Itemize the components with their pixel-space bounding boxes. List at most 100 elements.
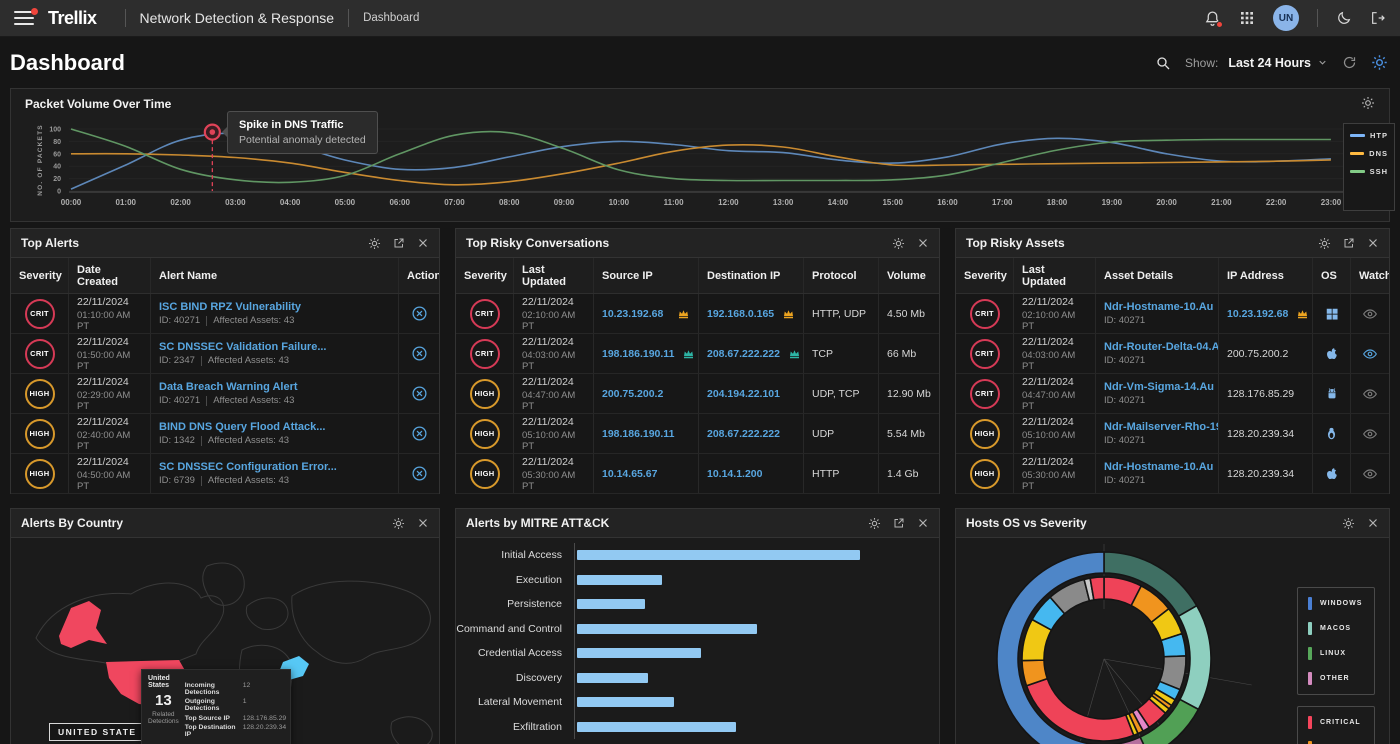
dismiss-alert-icon[interactable]: [411, 345, 428, 362]
column-header: Action: [399, 258, 439, 293]
legend-item[interactable]: LINUX: [1308, 647, 1364, 660]
table-row[interactable]: CRIT 22/11/202401:10:00 AM PT ISC BIND R…: [11, 294, 439, 334]
table-row[interactable]: HIGH 22/11/202405:10:00 AM PT Ndr-Mailse…: [956, 414, 1389, 454]
time-range-dropdown[interactable]: Show: Last 24 Hours: [1185, 56, 1328, 70]
gear-icon[interactable]: [1342, 517, 1355, 530]
legend-item[interactable]: CRITICAL: [1308, 716, 1364, 729]
ip-address[interactable]: 10.14.1.200: [707, 468, 762, 480]
severity-badge: HIGH: [970, 459, 1000, 489]
dismiss-alert-icon[interactable]: [411, 425, 428, 442]
alert-name-link[interactable]: ISC BIND RPZ Vulnerability: [159, 301, 301, 313]
alert-name-link[interactable]: Data Breach Warning Alert: [159, 381, 298, 393]
close-icon[interactable]: [417, 517, 429, 529]
legend-item[interactable]: MACOS: [1308, 622, 1364, 635]
mitre-bar[interactable]: [577, 697, 674, 707]
table-row[interactable]: CRIT 22/11/202401:50:00 AM PT SC DNSSEC …: [11, 334, 439, 374]
ip-address[interactable]: 10.23.192.68: [602, 308, 663, 320]
table-row[interactable]: CRIT 22/11/202404:03:00 AM PT 198.186.19…: [456, 334, 939, 374]
mitre-bar-row: Execution: [456, 568, 939, 593]
tooltip-count-label: Related Detections: [148, 711, 179, 725]
asset-name-link[interactable]: Ndr-Router-Delta-04.A...: [1104, 341, 1219, 353]
mitre-bar[interactable]: [577, 673, 648, 683]
watch-eye-icon[interactable]: [1362, 306, 1378, 322]
legend-item[interactable]: WINDOWS: [1308, 597, 1364, 610]
watch-eye-icon[interactable]: [1362, 426, 1378, 442]
legend-item[interactable]: SSH: [1350, 167, 1388, 176]
breadcrumb[interactable]: Dashboard: [363, 12, 419, 24]
ip-address[interactable]: 208.67.222.222: [707, 348, 780, 360]
ip-address[interactable]: 192.168.0.165: [707, 308, 774, 320]
close-icon[interactable]: [917, 517, 929, 529]
svg-text:03:00: 03:00: [225, 198, 246, 207]
ip-address[interactable]: 204.194.22.101: [707, 388, 780, 400]
watch-eye-icon[interactable]: [1362, 346, 1378, 362]
mitre-bar[interactable]: [577, 599, 645, 609]
table-row[interactable]: HIGH 22/11/202405:30:00 AM PT Ndr-Hostna…: [956, 454, 1389, 494]
asset-name-link[interactable]: Ndr-Mailserver-Rho-19...: [1104, 421, 1219, 433]
mitre-bar[interactable]: [577, 575, 662, 585]
map-region-alaska[interactable]: [59, 601, 107, 648]
table-row[interactable]: HIGH 22/11/202405:30:00 AM PT 10.14.65.6…: [456, 454, 939, 494]
close-icon[interactable]: [1367, 517, 1379, 529]
gear-icon[interactable]: [1318, 237, 1331, 250]
asset-name-link[interactable]: Ndr-Hostname-10.Au: [1104, 461, 1213, 473]
gear-icon[interactable]: [868, 517, 881, 530]
ip-address[interactable]: 198.186.190.11: [602, 348, 674, 360]
mitre-bar[interactable]: [577, 648, 701, 658]
severity-badge: CRIT: [970, 339, 1000, 369]
tooltip-stat-row: Top Destination IP128.20.239.34: [185, 724, 286, 738]
alert-name-link[interactable]: SC DNSSEC Configuration Error...: [159, 461, 337, 473]
table-row[interactable]: HIGH 22/11/202404:47:00 AM PT 200.75.200…: [456, 374, 939, 414]
table-row[interactable]: CRIT 22/11/202404:47:00 AM PT Ndr-Vm-Sig…: [956, 374, 1389, 414]
open-external-icon[interactable]: [1343, 237, 1355, 249]
settings-gear-icon[interactable]: [1371, 54, 1388, 71]
table-row[interactable]: CRIT 22/11/202404:03:00 AM PT Ndr-Router…: [956, 334, 1389, 374]
column-header: Last Updated: [1014, 258, 1096, 293]
trellix-logo[interactable]: Trellix: [48, 8, 97, 29]
watch-eye-icon[interactable]: [1362, 386, 1378, 402]
asset-name-link[interactable]: Ndr-Hostname-10.Au: [1104, 301, 1213, 313]
dismiss-alert-icon[interactable]: [411, 385, 428, 402]
gear-icon[interactable]: [892, 237, 905, 250]
ip-address[interactable]: 10.23.192.68: [1227, 308, 1288, 320]
watch-eye-icon[interactable]: [1362, 466, 1378, 482]
open-external-icon[interactable]: [893, 517, 905, 529]
ip-address[interactable]: 208.67.222.222: [707, 428, 780, 440]
legend-item[interactable]: DNS: [1350, 149, 1388, 158]
mitre-bar[interactable]: [577, 550, 860, 560]
gear-icon[interactable]: [392, 517, 405, 530]
open-external-icon[interactable]: [393, 237, 405, 249]
table-row[interactable]: HIGH 22/11/202404:50:00 AM PT SC DNSSEC …: [11, 454, 439, 494]
bell-icon[interactable]: [1204, 10, 1221, 27]
hamburger-menu-icon[interactable]: [14, 11, 34, 25]
table-row[interactable]: HIGH 22/11/202405:10:00 AM PT 198.186.19…: [456, 414, 939, 454]
apps-grid-icon[interactable]: [1239, 10, 1255, 26]
logout-icon[interactable]: [1370, 10, 1386, 26]
search-icon[interactable]: [1155, 55, 1171, 71]
table-row[interactable]: HIGH 22/11/202402:29:00 AM PT Data Breac…: [11, 374, 439, 414]
mitre-bar[interactable]: [577, 624, 757, 634]
alert-name-cell: SC DNSSEC Validation Failure... ID: 2347…: [151, 334, 399, 373]
gear-icon[interactable]: [368, 237, 381, 250]
ip-address[interactable]: 198.186.190.11: [602, 428, 674, 440]
table-row[interactable]: HIGH 22/11/202402:40:00 AM PT BIND DNS Q…: [11, 414, 439, 454]
table-row[interactable]: CRIT 22/11/202402:10:00 AM PT 10.23.192.…: [456, 294, 939, 334]
dismiss-alert-icon[interactable]: [411, 465, 428, 482]
close-icon[interactable]: [917, 237, 929, 249]
user-avatar[interactable]: UN: [1273, 5, 1299, 31]
refresh-icon[interactable]: [1342, 55, 1357, 70]
legend-item[interactable]: OTHER: [1308, 672, 1364, 685]
asset-name-link[interactable]: Ndr-Vm-Sigma-14.Au: [1104, 381, 1214, 393]
legend-item[interactable]: HTP: [1350, 131, 1388, 140]
mitre-bar[interactable]: [577, 722, 736, 732]
ip-address[interactable]: 200.75.200.2: [602, 388, 663, 400]
dark-mode-moon-icon[interactable]: [1336, 10, 1352, 26]
close-icon[interactable]: [417, 237, 429, 249]
table-row[interactable]: CRIT 22/11/202402:10:00 AM PT Ndr-Hostna…: [956, 294, 1389, 334]
dismiss-alert-icon[interactable]: [411, 305, 428, 322]
alert-name-link[interactable]: SC DNSSEC Validation Failure...: [159, 341, 326, 353]
alert-name-link[interactable]: BIND DNS Query Flood Attack...: [159, 421, 325, 433]
ip-address[interactable]: 10.14.65.67: [602, 468, 657, 480]
close-icon[interactable]: [1367, 237, 1379, 249]
column-header: Date Created: [69, 258, 151, 293]
